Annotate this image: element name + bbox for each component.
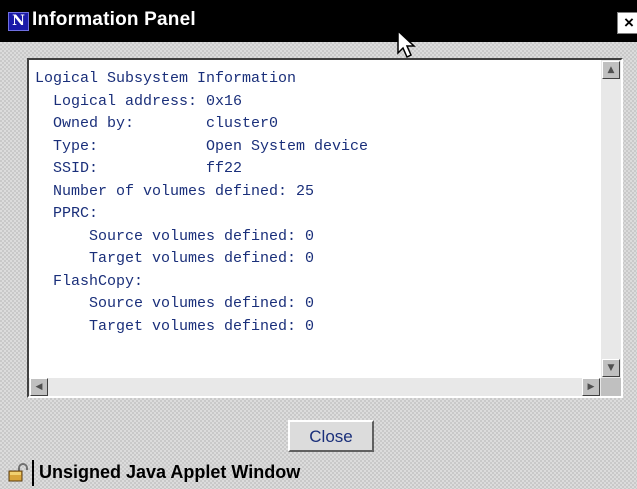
info-line: Source volumes defined: 0 [35,295,315,312]
horizontal-scrollbar[interactable]: ◀ ▶ [29,378,601,396]
scroll-up-arrow-icon[interactable]: ▲ [602,61,620,79]
info-text-area[interactable]: Logical Subsystem Information Logical ad… [27,58,623,398]
scroll-left-arrow-icon[interactable]: ◀ [30,378,48,396]
scrollbar-corner [601,378,621,396]
scroll-right-arrow-icon[interactable]: ▶ [582,378,600,396]
unlocked-padlock-icon [8,463,28,482]
netscape-n-icon: N [8,12,29,31]
info-line: SSID: ff22 [35,160,243,177]
info-line: FlashCopy: [35,272,144,290]
scroll-down-arrow-icon[interactable]: ▼ [602,359,620,377]
info-line: Source volumes defined: 0 [35,227,315,245]
info-line: Logical Subsystem Information [35,70,297,87]
info-text-content: Logical Subsystem Information Logical ad… [35,68,595,368]
info-line: Type: Open System device [35,137,369,155]
close-icon[interactable]: × [617,12,637,34]
info-line: PPRC: [35,205,99,222]
close-button[interactable]: Close [288,420,374,452]
info-line: Owned by: cluster0 [35,115,279,132]
info-line: Target volumes defined: 0 [35,250,315,267]
status-text: Unsigned Java Applet Window [39,462,301,482]
status-bar: Unsigned Java Applet Window [0,457,637,489]
vertical-scrollbar[interactable]: ▲ ▼ [601,60,621,378]
mouse-pointer-icon [397,30,416,59]
title-bar[interactable]: N Information Panel × [0,0,637,42]
info-line: Logical address: 0x16 [35,92,243,110]
applet-window: N Information Panel × Logical Subsystem … [0,0,637,489]
window-title: Information Panel [32,9,196,30]
info-line: Target volumes defined: 0 [35,317,315,335]
status-divider [32,460,34,486]
info-line: Number of volumes defined: 25 [35,182,315,200]
